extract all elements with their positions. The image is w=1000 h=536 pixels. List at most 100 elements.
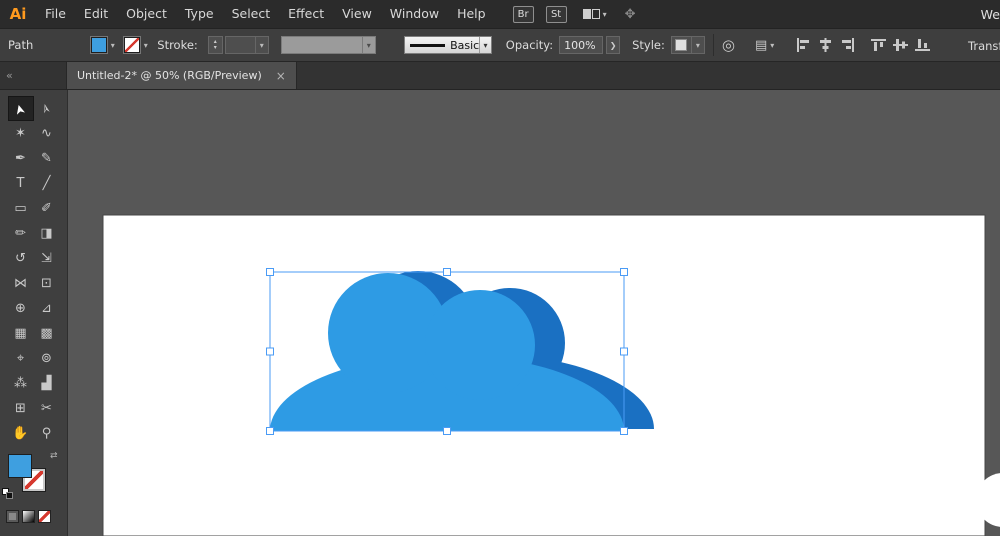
horizontal-align-right-icon[interactable] [840,38,855,52]
tool-width[interactable]: ⋈ [8,271,34,296]
style-label: Style: [632,38,665,52]
separator [712,34,714,56]
tool-direct-selection[interactable]: ➢ [34,96,60,121]
gpu-performance-icon[interactable]: ✥ [625,7,636,22]
color-mode-button[interactable] [6,510,19,523]
chevron-down-icon[interactable]: ▾ [361,37,375,53]
handle-middle-left[interactable] [266,347,274,356]
tool-selection[interactable]: ➤ [7,96,34,121]
handle-top-right[interactable] [620,268,628,276]
brush-stroke-preview [409,43,446,47]
stroke-color-swatch[interactable] [123,36,142,54]
arrange-documents-button[interactable]: ▾ [582,9,607,19]
close-tab-icon[interactable]: × [276,69,286,83]
tool-pen[interactable]: ✒ [8,146,34,171]
handle-top-left[interactable] [266,268,274,276]
tool-shape-builder[interactable]: ⊕ [8,296,34,321]
stock-button[interactable]: St [545,5,567,23]
horizontal-align-center-icon[interactable] [818,38,833,52]
menu-edit[interactable]: Edit [75,0,117,28]
swap-fill-stroke-icon[interactable]: ⇄ [50,451,58,461]
opacity-options-button[interactable]: ❯ [606,36,621,54]
tool-line-segment[interactable]: ╱ [34,171,60,196]
tools-panel: ➤ ➢ ✶ ∿ ✒ ✎ T ╱ ▭ ✐ ✏ ◨ ↺ ⇲ ⋈ ⊡ ⊕ ⊿ ▦ ▩ … [0,90,68,536]
chevron-down-icon[interactable]: ▾ [254,37,268,53]
stroke-weight-stepper[interactable]: ▴ ▾ [207,36,223,54]
tool-rectangle[interactable]: ▭ [8,196,34,221]
selection-type-label: Path [8,38,34,52]
menu-view[interactable]: View [333,0,381,28]
handle-bottom-right[interactable] [620,427,628,435]
tool-rotate[interactable]: ↺ [8,246,34,271]
tool-shaper[interactable]: ✏ [8,221,34,246]
tool-symbol-sprayer[interactable]: ⁂ [8,371,34,396]
stepper-down-icon[interactable]: ▾ [214,45,217,51]
menu-object[interactable]: Object [117,0,176,28]
fill-swatch[interactable] [8,454,32,478]
fill-color-control[interactable]: ▾ [90,36,118,54]
canvas[interactable] [68,90,1000,536]
collapse-panel-icon[interactable]: « [0,62,20,89]
width-profile-dropdown[interactable]: ▾ [280,36,376,54]
stroke-color-control[interactable]: ▾ [123,36,151,54]
menu-help[interactable]: Help [448,0,495,28]
stroke-weight-dropdown[interactable]: ▾ [224,36,269,54]
default-stroke-chip [6,492,13,499]
tool-lasso[interactable]: ∿ [34,121,60,146]
brush-definition-dropdown[interactable]: Basic ▾ [403,36,492,54]
stroke-label: Stroke: [157,38,198,52]
fill-color-swatch[interactable] [90,36,109,54]
workspace-label-partial: We [980,6,1000,22]
horizontal-align-left-icon[interactable] [796,38,811,52]
chevron-down-icon[interactable]: ▾ [107,41,118,50]
default-fill-stroke-icon[interactable] [2,488,14,500]
handle-bottom-left[interactable] [266,427,274,435]
tool-gradient[interactable]: ▩ [34,321,60,346]
tool-free-transform[interactable]: ⊡ [34,271,60,296]
chevron-down-icon[interactable]: ▾ [140,41,151,50]
handle-bottom-center[interactable] [443,427,451,435]
vertical-align-top-icon[interactable] [871,38,887,52]
bridge-button[interactable]: Br [512,5,534,23]
document-options-icon: ▤ [754,37,768,53]
menu-window[interactable]: Window [381,0,448,28]
tool-magic-wand[interactable]: ✶ [8,121,34,146]
vertical-align-bottom-icon[interactable] [915,38,931,52]
opacity-dropdown[interactable]: 100% [559,36,604,54]
tool-scale[interactable]: ⇲ [34,246,60,271]
opacity-value: 100% [564,38,596,52]
menu-type[interactable]: Type [176,0,223,28]
tool-slice[interactable]: ✂ [34,396,60,421]
tool-eyedropper[interactable]: ⌖ [8,346,34,371]
document-options-control[interactable]: ▤ ▾ [755,38,774,53]
tool-eraser[interactable]: ◨ [34,221,60,246]
chevron-down-icon: ▾ [770,40,775,50]
chevron-down-icon[interactable]: ▾ [479,37,491,53]
tool-column-graph[interactable]: ▟ [34,371,60,396]
tool-mesh[interactable]: ▦ [8,321,34,346]
selection-arrow-icon: ➤ [11,102,30,117]
handle-top-center[interactable] [443,268,451,276]
none-mode-button[interactable] [38,510,51,523]
tool-artboard[interactable]: ⊞ [8,396,34,421]
app-logo: Ai [9,5,27,23]
menu-select[interactable]: Select [223,0,280,28]
tool-paintbrush[interactable]: ✐ [34,196,60,221]
chevron-down-icon[interactable]: ▾ [690,37,704,53]
tool-curvature[interactable]: ✎ [34,146,60,171]
recolor-artwork-icon[interactable]: ◎ [722,36,735,54]
gradient-mode-button[interactable] [22,510,35,523]
vertical-align-center-icon[interactable] [893,38,909,52]
document-tab[interactable]: Untitled-2* @ 50% (RGB/Preview) × [66,62,297,89]
handle-middle-right[interactable] [620,347,628,356]
menu-effect[interactable]: Effect [279,0,333,28]
tool-blend[interactable]: ⊚ [34,346,60,371]
tool-perspective-grid[interactable]: ⊿ [34,296,60,321]
transform-panel-label[interactable]: Transform [968,29,1000,61]
tool-zoom[interactable]: ⚲ [34,421,60,446]
tool-type[interactable]: T [8,171,34,196]
menu-bar: Ai File Edit Object Type Select Effect V… [0,0,1000,28]
graphic-style-dropdown[interactable]: ▾ [670,36,705,54]
menu-file[interactable]: File [36,0,75,28]
tool-hand[interactable]: ✋ [8,421,34,446]
